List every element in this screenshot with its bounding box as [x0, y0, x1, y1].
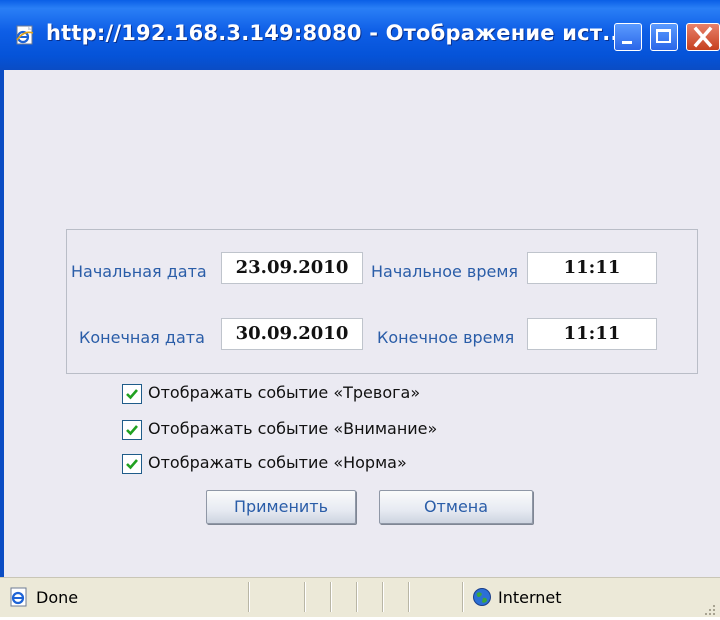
warning-checkbox-label: Отображать событие «Внимание» [148, 419, 438, 438]
end-time-field[interactable]: 11:11 [527, 318, 657, 350]
alarm-checkbox-label: Отображать событие «Тревога» [148, 383, 421, 402]
start-date-field[interactable]: 23.09.2010 [221, 252, 363, 284]
status-divider [382, 582, 384, 612]
security-zone-text: Internet [498, 588, 562, 607]
alarm-checkbox[interactable] [122, 384, 142, 404]
cancel-button[interactable]: Отмена [379, 490, 533, 524]
checkmark-icon [126, 459, 138, 470]
status-divider [408, 582, 410, 612]
maximize-button[interactable] [650, 23, 678, 51]
start-time-field[interactable]: 11:11 [527, 252, 657, 284]
close-icon [693, 26, 713, 48]
window-title: http://192.168.3.149:8080 - Отображение … [46, 21, 627, 45]
end-time-label: Конечное время [377, 328, 515, 347]
globe-icon [472, 587, 492, 607]
ie-page-icon [8, 586, 30, 608]
close-button[interactable] [686, 23, 720, 51]
start-time-label: Начальное время [371, 262, 519, 281]
apply-button[interactable]: Применить [206, 490, 356, 524]
status-divider [356, 582, 358, 612]
browser-popup-window: http://192.168.3.149:8080 - Отображение … [0, 0, 720, 617]
date-time-panel: Начальная дата 23.09.2010 Начальное врем… [66, 229, 698, 374]
status-divider [462, 582, 464, 612]
normal-checkbox[interactable] [122, 454, 142, 474]
checkmark-icon [126, 425, 138, 436]
title-bar[interactable]: http://192.168.3.149:8080 - Отображение … [0, 0, 720, 70]
ie-page-icon [14, 24, 36, 46]
status-text: Done [36, 588, 79, 607]
normal-checkbox-label: Отображать событие «Норма» [148, 453, 407, 472]
warning-checkbox[interactable] [122, 420, 142, 440]
status-divider [248, 582, 250, 612]
checkmark-icon [126, 389, 138, 400]
status-bar: Done Internet [0, 577, 720, 617]
minimize-button[interactable] [614, 23, 642, 51]
start-date-label: Начальная дата [71, 262, 207, 281]
end-date-label: Конечная дата [79, 328, 205, 347]
minimize-icon [622, 41, 632, 44]
resize-grip-icon[interactable] [704, 601, 716, 615]
status-divider [304, 582, 306, 612]
status-divider [330, 582, 332, 612]
maximize-icon [656, 29, 671, 43]
end-date-field[interactable]: 30.09.2010 [221, 318, 363, 350]
